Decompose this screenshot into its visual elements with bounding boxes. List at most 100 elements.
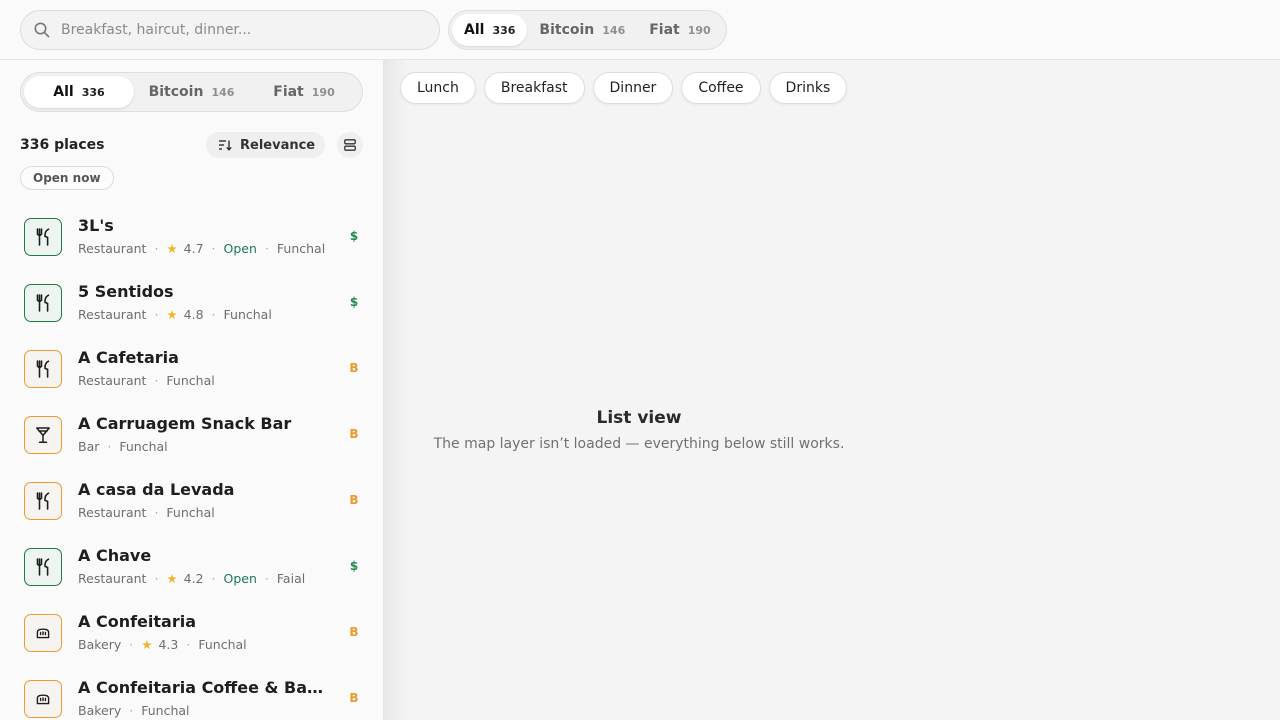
place-category: Restaurant: [78, 571, 147, 586]
sidebar-filter-label: Bitcoin: [148, 84, 204, 100]
place-meta: Restaurant · Funchal: [78, 373, 215, 388]
payment-filter-label: Bitcoin: [539, 22, 595, 38]
payment-filter-label: All: [464, 22, 485, 38]
place-category-badge: [24, 548, 62, 586]
payment-type-indicator: B: [349, 625, 359, 639]
places-count: 336 places: [20, 137, 105, 153]
meta-separator: ·: [211, 571, 216, 586]
sidebar-shadow: [384, 60, 408, 720]
place-town: Funchal: [223, 307, 272, 322]
meta-separator: ·: [154, 307, 159, 322]
sidebar-filter-label: Fiat: [273, 84, 304, 100]
chip-breakfast[interactable]: Breakfast: [483, 72, 585, 104]
place-town: Funchal: [276, 241, 326, 256]
place-row[interactable]: A Carruagem Snack Bar Bar · Funchal B: [0, 402, 383, 468]
payment-filter-fiat[interactable]: Fiat 190: [637, 14, 722, 46]
payment-type-indicator: B: [349, 427, 359, 441]
place-name: 5 Sentidos: [78, 282, 174, 301]
payment-filter-bitcoin[interactable]: Bitcoin 146: [527, 14, 637, 46]
payment-type-indicator: $: [349, 559, 359, 573]
search-icon: [34, 22, 50, 38]
sidebar-filter-fiat[interactable]: Fiat 190: [249, 76, 359, 108]
place-open-status: Open: [223, 571, 257, 586]
chip-coffee[interactable]: Coffee: [681, 72, 761, 104]
bread-icon: [35, 692, 51, 706]
place-category: Bakery: [78, 703, 122, 718]
place-meta: Bar · Funchal: [78, 439, 168, 454]
place-row[interactable]: A Confeitaria Bakery · ★ 4.3 · Funchal B: [0, 600, 383, 666]
place-meta: Restaurant · ★ 4.7 · Open · Funchal: [78, 241, 325, 256]
place-open-status: Open: [223, 241, 257, 256]
place-meta: Restaurant · Funchal: [78, 505, 215, 520]
payment-type-indicator: $: [349, 295, 359, 309]
payment-type-indicator: $: [349, 229, 359, 243]
place-name: A Carruagem Snack Bar: [78, 414, 292, 433]
place-rating: 4.8: [183, 307, 204, 322]
place-meta: Bakery · ★ 4.3 · Funchal: [78, 637, 247, 652]
star-icon: ★: [166, 307, 178, 322]
place-row[interactable]: 3L's Restaurant · ★ 4.7 · Open · Funchal $: [0, 204, 383, 270]
place-rating: 4.3: [158, 637, 179, 652]
place-row[interactable]: A Cafetaria Restaurant · Funchal B: [0, 336, 383, 402]
meta-separator: ·: [154, 241, 159, 256]
fork-knife-icon: [35, 228, 51, 246]
place-row[interactable]: A Confeitaria Coffee & Ba… Bakery · Funchal…: [0, 666, 383, 720]
meta-separator: ·: [264, 241, 269, 256]
place-meta: Bakery · Funchal: [78, 703, 190, 718]
chip-dinner[interactable]: Dinner: [592, 72, 674, 104]
meta-separator: ·: [154, 505, 159, 520]
place-category-badge: [24, 350, 62, 388]
place-category: Restaurant: [78, 373, 147, 388]
place-row[interactable]: A Chave Restaurant · ★ 4.2 · Open · Faial $: [0, 534, 383, 600]
chip-drinks[interactable]: Drinks: [768, 72, 848, 104]
place-name: A Cafetaria: [78, 348, 179, 367]
meta-separator: ·: [211, 307, 216, 322]
payment-filter-label: Fiat: [649, 22, 680, 38]
place-row[interactable]: 5 Sentidos Restaurant · ★ 4.8 · Funchal $: [0, 270, 383, 336]
search-box[interactable]: [20, 10, 440, 50]
place-town: Funchal: [198, 637, 247, 652]
sidebar-filter-count: 190: [311, 85, 335, 99]
fork-knife-icon: [35, 492, 51, 510]
place-name: A Confeitaria Coffee & Ba…: [78, 678, 324, 697]
place-name: 3L's: [78, 216, 114, 235]
top-bar: All 336 Bitcoin 146 Fiat 190: [0, 0, 1280, 60]
sort-icon: [219, 140, 232, 151]
payment-filter-count: 146: [602, 23, 626, 37]
place-category-badge: [24, 680, 62, 718]
place-meta: Restaurant · ★ 4.8 · Funchal: [78, 307, 272, 322]
sidebar-filter-bitcoin[interactable]: Bitcoin 146: [137, 76, 247, 108]
chip-lunch[interactable]: Lunch: [400, 72, 476, 104]
sort-button[interactable]: Relevance: [206, 132, 325, 158]
empty-state-title: List view: [596, 408, 682, 428]
search-input[interactable]: [61, 22, 401, 38]
meta-separator: ·: [211, 241, 216, 256]
meta-separator: ·: [129, 637, 134, 652]
fork-knife-icon: [35, 294, 51, 312]
sidebar-filter-count: 146: [211, 85, 235, 99]
place-category: Restaurant: [78, 241, 147, 256]
place-category-badge: [24, 284, 62, 322]
place-category: Bakery: [78, 637, 122, 652]
place-town: Funchal: [166, 505, 215, 520]
place-category: Restaurant: [78, 307, 147, 322]
payment-filter-sidebar: All 336 Bitcoin 146 Fiat 190: [20, 72, 363, 112]
bread-icon: [35, 626, 51, 640]
meta-separator: ·: [186, 637, 191, 652]
place-category-badge: [24, 482, 62, 520]
main-area: Lunch Breakfast Dinner Coffee Drinks Lis…: [384, 60, 1280, 720]
meta-separator: ·: [154, 571, 159, 586]
place-name: A casa da Levada: [78, 480, 235, 499]
payment-filter-all[interactable]: All 336: [452, 14, 528, 46]
payment-type-indicator: B: [349, 493, 359, 507]
view-toggle-button[interactable]: [337, 132, 363, 158]
place-row[interactable]: A casa da Levada Restaurant · Funchal B: [0, 468, 383, 534]
payment-filter-count: 336: [492, 23, 516, 37]
sidebar-filter-all[interactable]: All 336: [24, 76, 134, 108]
place-name: A Chave: [78, 546, 152, 565]
category-chips: Lunch Breakfast Dinner Coffee Drinks: [400, 72, 855, 104]
place-category: Bar: [78, 439, 100, 454]
open-now-filter[interactable]: Open now: [20, 166, 114, 190]
star-icon: ★: [166, 571, 178, 586]
sort-label: Relevance: [240, 137, 316, 153]
